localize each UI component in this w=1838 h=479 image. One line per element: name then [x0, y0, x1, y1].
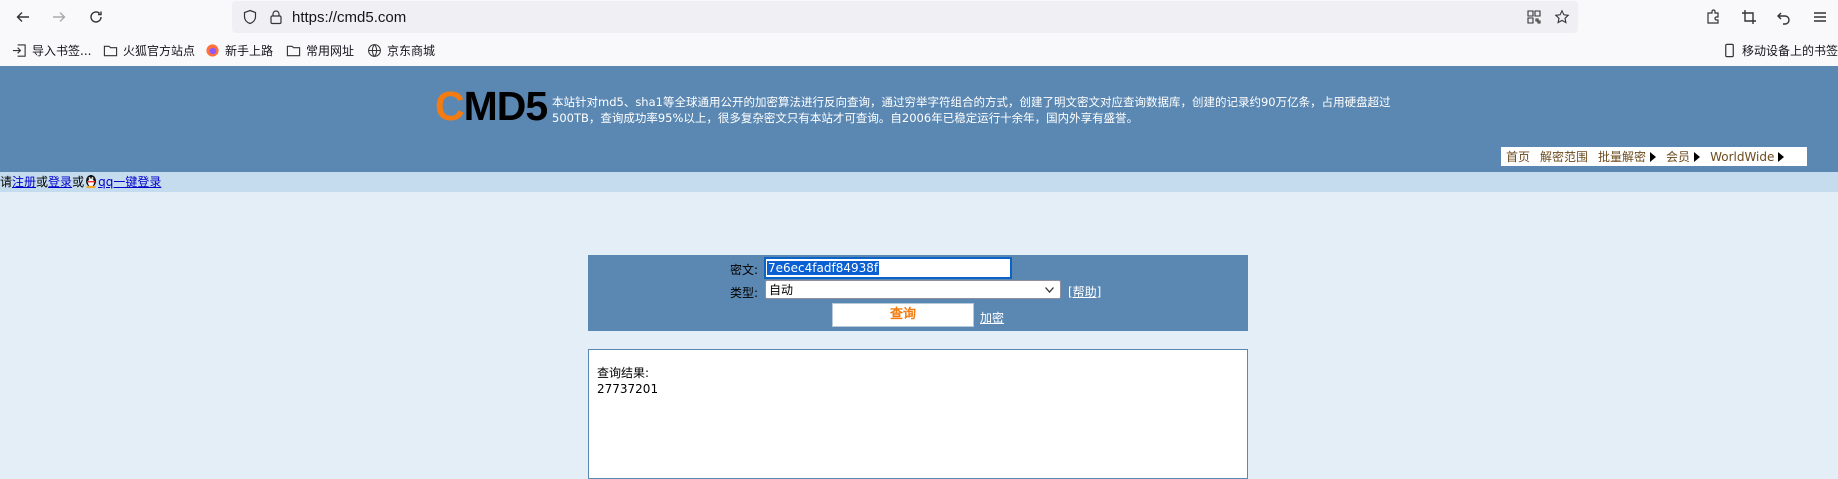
menu-button[interactable] — [1808, 5, 1832, 29]
nav-label: 批量解密 — [1598, 150, 1647, 164]
browser-toolbar: https://cmd5.com — [0, 0, 1838, 34]
cipher-input[interactable]: 7e6ec4fadf84938f — [764, 257, 1012, 279]
qr-code-icon[interactable] — [1526, 9, 1542, 25]
nav-home[interactable]: 首页 — [1501, 148, 1535, 165]
bookmarks-toolbar: 导入书签... 火狐官方站点 新手上路 常用网址 京东商城 移动设备上的书签 — [0, 34, 1838, 67]
bookmark-getting-started[interactable]: 新手上路 — [205, 42, 273, 59]
query-button[interactable]: 查询 — [832, 303, 974, 327]
nav-member[interactable]: 会员 — [1661, 148, 1705, 165]
site-nav: 首页 解密范围 批量解密 会员 WorldWide — [1501, 147, 1807, 166]
query-form: 密文: 7e6ec4fadf84938f 类型: 自动 [帮助] 查询 加密 — [588, 255, 1248, 331]
folder-icon — [103, 45, 118, 57]
nav-label: WorldWide — [1710, 149, 1775, 164]
bookmark-folder-firefox[interactable]: 火狐官方站点 — [103, 42, 195, 59]
extensions-icon — [1707, 9, 1719, 24]
cipher-input-value: 7e6ec4fadf84938f — [767, 261, 880, 275]
help-link[interactable]: [帮助] — [1068, 283, 1101, 300]
type-label: 类型: — [730, 286, 759, 300]
cipher-label: 密文: — [730, 263, 759, 277]
login-prefix: 请 — [0, 175, 13, 189]
screenshot-button[interactable] — [1737, 5, 1761, 29]
reload-button[interactable] — [84, 5, 108, 29]
result-value: 27737201 — [597, 382, 659, 396]
crop-icon — [1742, 10, 1756, 24]
bookmark-label: 常用网址 — [306, 44, 355, 58]
back-button[interactable] — [11, 5, 35, 29]
mobile-bookmarks-label: 移动设备上的书签 — [1742, 44, 1838, 58]
register-link[interactable]: 注册 — [12, 175, 36, 189]
folder-icon — [286, 45, 301, 57]
bookmark-label: 导入书签... — [32, 44, 92, 58]
login-or: 或 — [72, 175, 85, 189]
triangle-right-icon — [1694, 151, 1701, 162]
address-bar[interactable]: https://cmd5.com — [232, 1, 1578, 33]
login-bar: 请注册或登录或 qq一键登录 — [0, 172, 1838, 192]
nav-scope[interactable]: 解密范围 — [1535, 148, 1593, 165]
reload-icon — [90, 11, 102, 23]
forward-arrow-icon — [53, 12, 66, 22]
nav-label: 首页 — [1506, 150, 1531, 164]
undo-button[interactable] — [1772, 5, 1796, 29]
mobile-device-icon — [1725, 43, 1734, 58]
site-intro: 本站针对md5、sha1等全球通用公开的加密算法进行反向查询，通过穷举字符组合的… — [552, 95, 1391, 125]
shield-icon[interactable] — [242, 9, 258, 25]
nav-batch[interactable]: 批量解密 — [1593, 148, 1661, 165]
qq-login-link[interactable]: qq一键登录 — [98, 175, 161, 189]
chevron-down-icon — [1045, 287, 1054, 293]
bookmark-label: 京东商城 — [387, 44, 436, 58]
firefox-icon — [206, 44, 219, 57]
bookmark-import[interactable]: 导入书签... — [12, 42, 91, 59]
globe-icon — [368, 44, 381, 57]
bookmark-label: 火狐官方站点 — [123, 44, 196, 58]
bookmark-jd[interactable]: 京东商城 — [367, 42, 435, 59]
login-link[interactable]: 登录 — [48, 175, 72, 189]
bookmark-folder-common[interactable]: 常用网址 — [286, 42, 354, 59]
type-select-value: 自动 — [769, 283, 794, 297]
login-or: 或 — [36, 175, 49, 189]
result-box: 查询结果: 27737201 — [588, 349, 1248, 479]
nav-worldwide[interactable]: WorldWide — [1705, 150, 1789, 164]
encrypt-link[interactable]: 加密 — [980, 309, 1004, 326]
nav-label: 会员 — [1666, 150, 1691, 164]
triangle-right-icon — [1650, 151, 1657, 162]
qq-penguin-icon[interactable] — [84, 172, 98, 188]
back-arrow-icon — [16, 12, 29, 22]
result-label: 查询结果: — [597, 366, 650, 380]
triangle-right-icon — [1778, 151, 1785, 162]
mobile-bookmarks[interactable]: 移动设备上的书签 — [1722, 42, 1838, 59]
extensions-button[interactable] — [1701, 5, 1725, 29]
logo-text-md5: MD5 — [463, 83, 549, 129]
site-header: CMD5 本站针对md5、sha1等全球通用公开的加密算法进行反向查询，通过穷举… — [0, 66, 1838, 172]
import-icon — [12, 44, 26, 57]
lock-icon[interactable] — [268, 9, 284, 25]
bookmark-label: 新手上路 — [225, 44, 274, 58]
hamburger-icon — [1814, 12, 1826, 22]
nav-label: 解密范围 — [1540, 150, 1589, 164]
logo-letter-c: C — [435, 83, 465, 129]
bookmark-star-icon[interactable] — [1554, 9, 1570, 25]
forward-button[interactable] — [47, 5, 71, 29]
cmd5-logo[interactable]: CMD5 — [435, 83, 549, 129]
url-text[interactable]: https://cmd5.com — [292, 9, 406, 26]
type-select[interactable]: 自动 — [765, 280, 1061, 299]
undo-icon — [1777, 12, 1790, 25]
